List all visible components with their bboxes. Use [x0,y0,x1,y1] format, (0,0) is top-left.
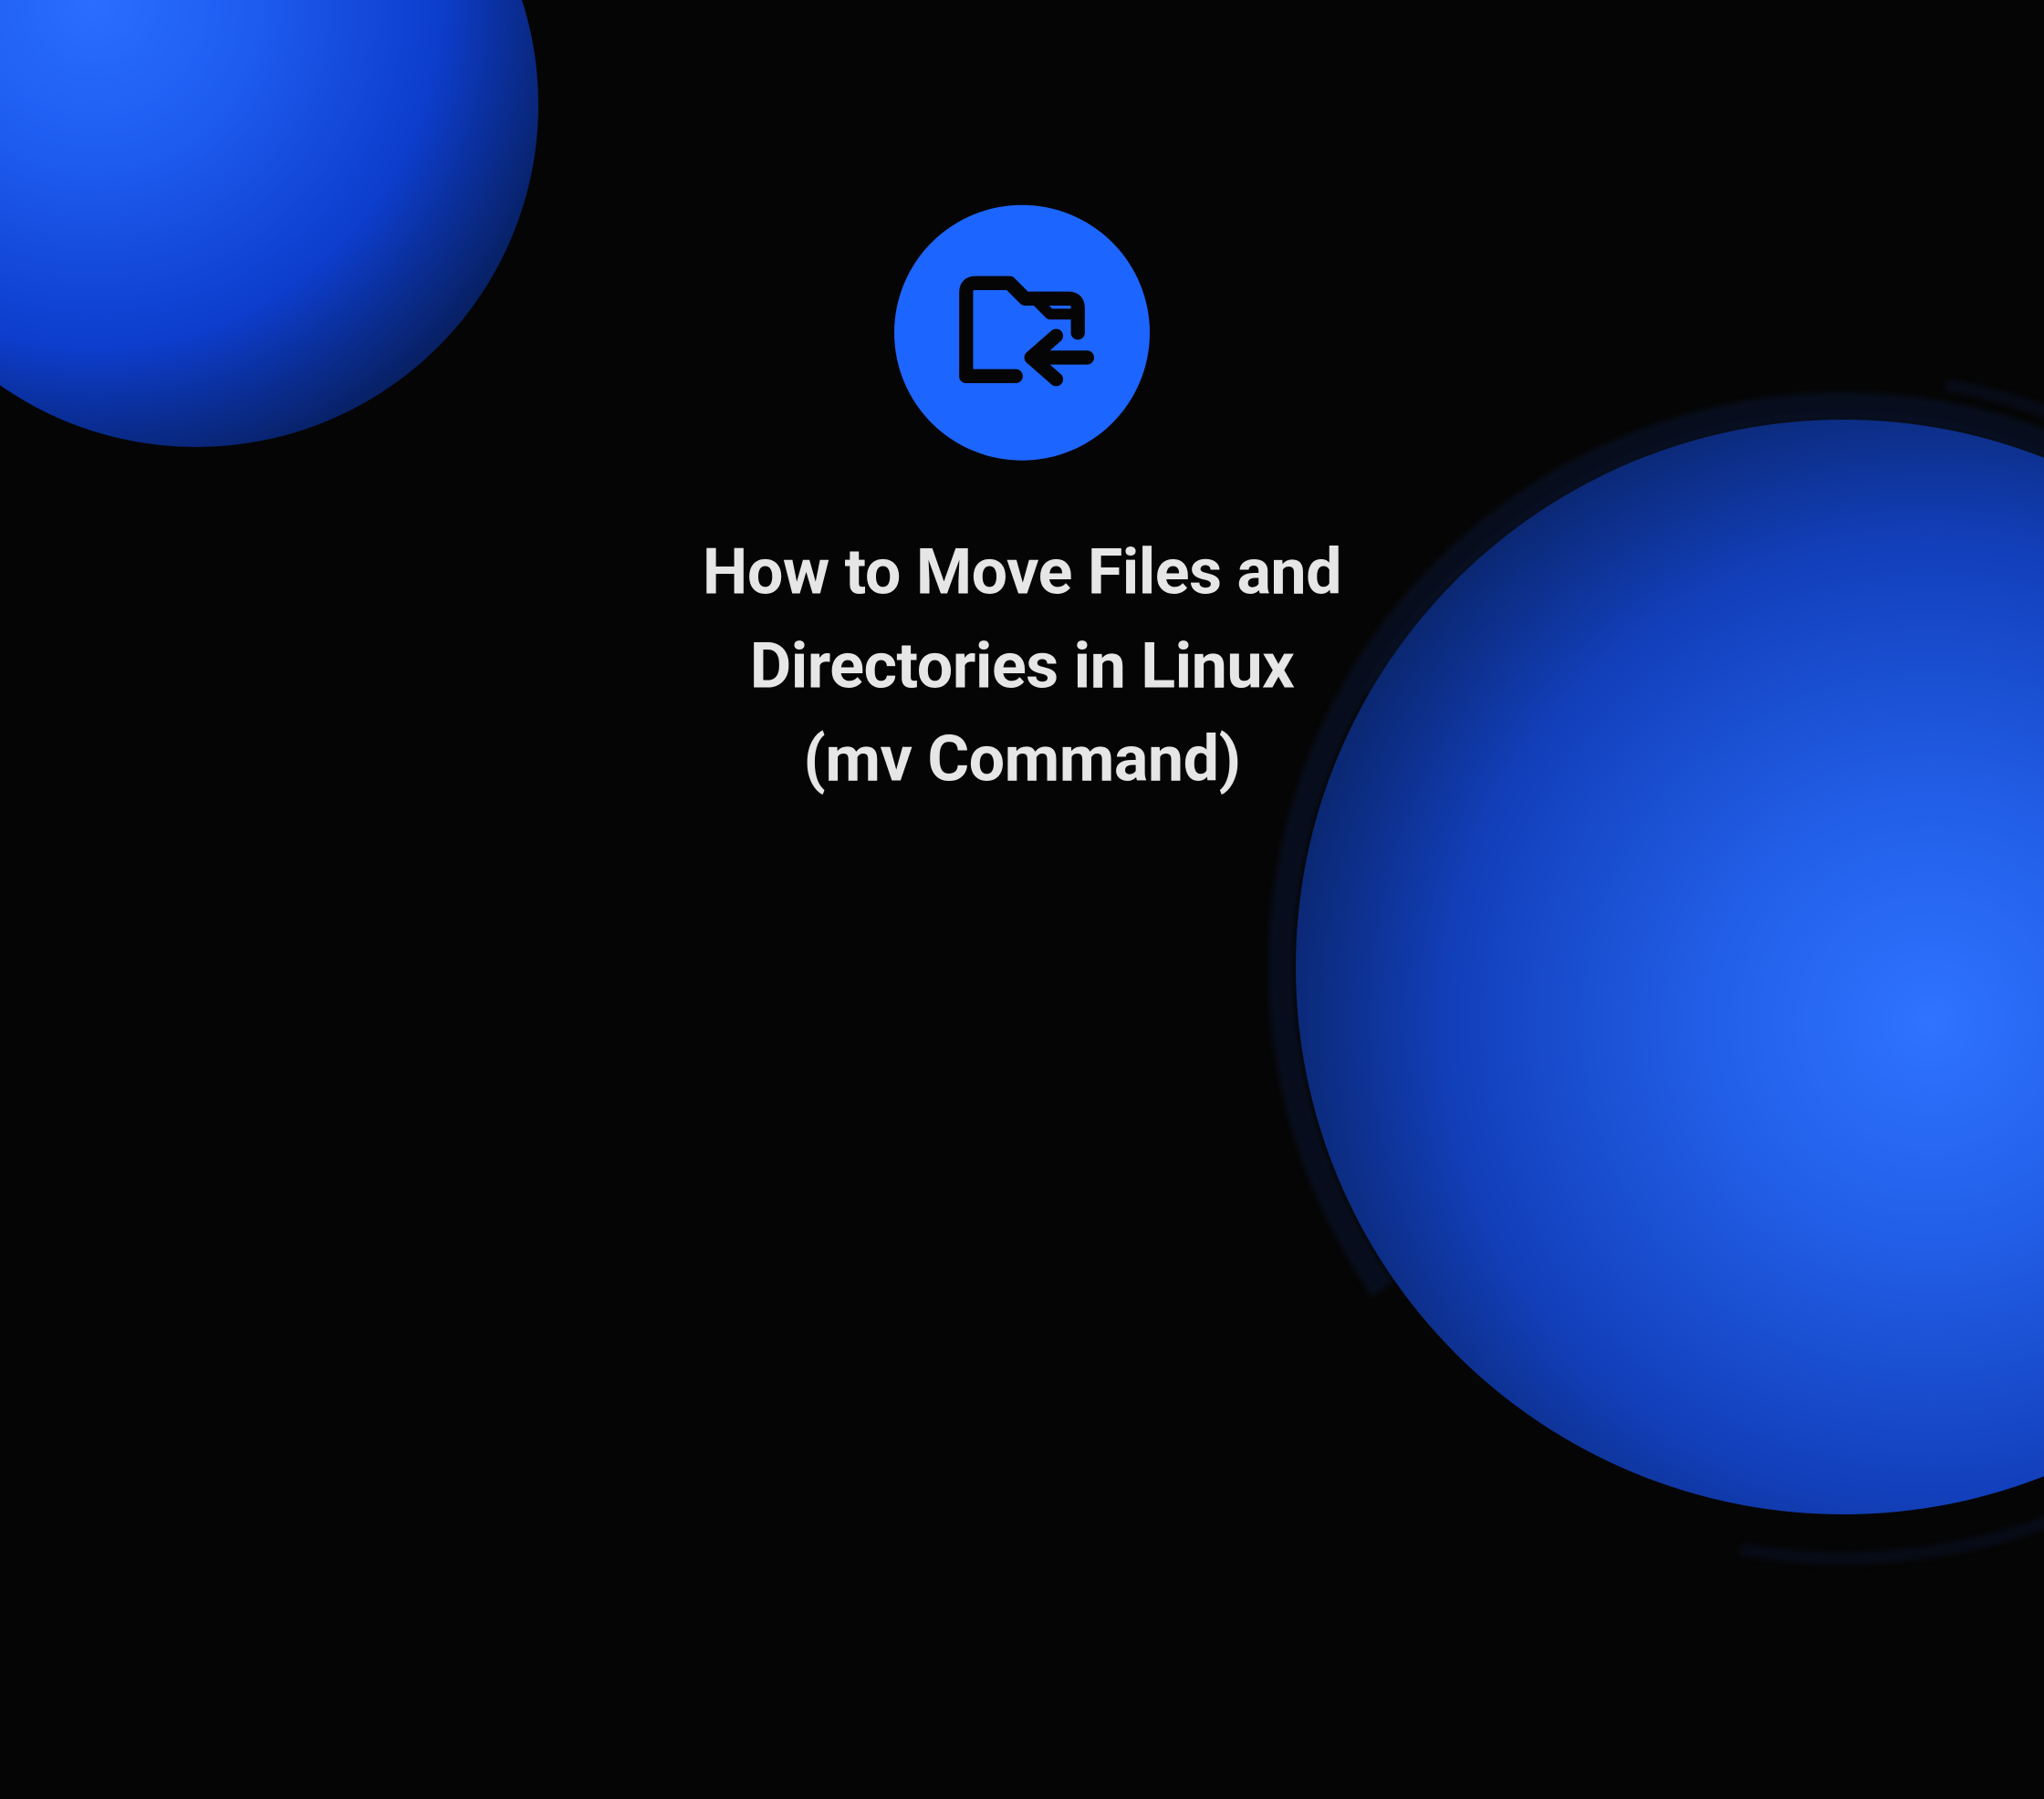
page-title: How to Move Files and Directories in Lin… [703,526,1341,806]
folder-move-icon [894,205,1150,461]
title-line-1: How to Move Files and [703,526,1341,619]
title-line-2: Directories in Linux [703,619,1341,712]
hero-content: How to Move Files and Directories in Lin… [0,205,2044,806]
title-line-3: (mv Command) [703,712,1341,806]
